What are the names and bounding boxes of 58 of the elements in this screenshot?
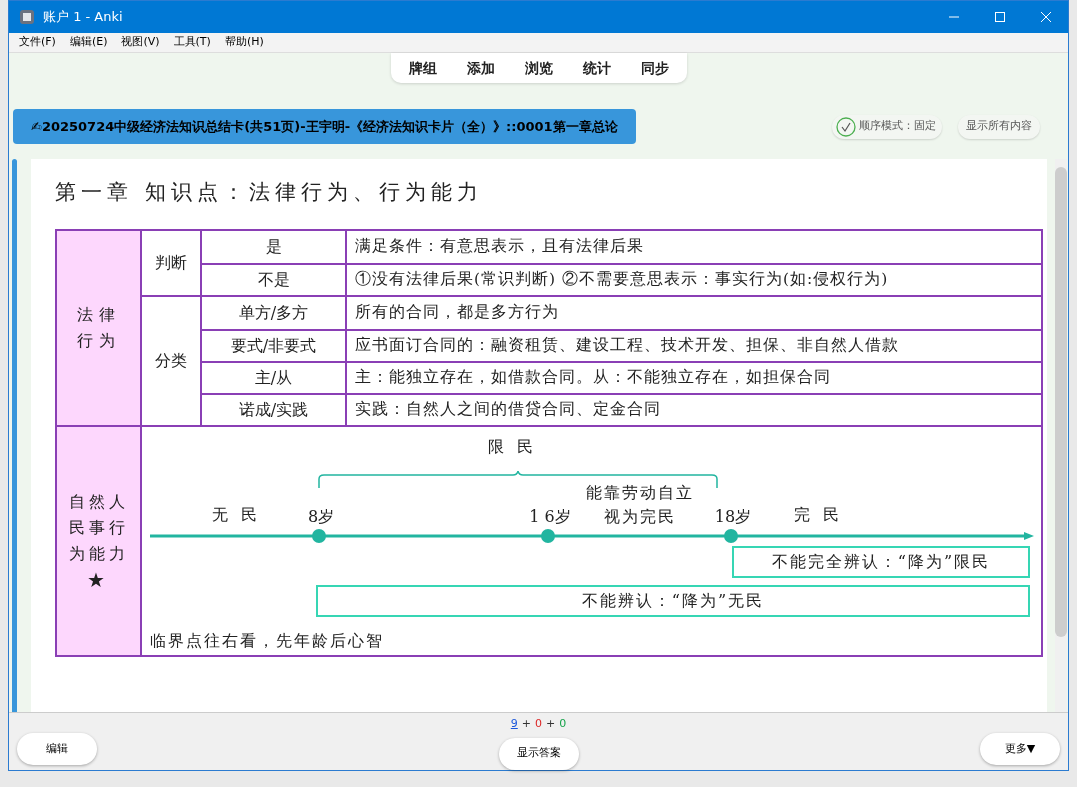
term-cell: 诺成/实践 — [202, 394, 347, 425]
description-cell-text: 应书面订合同的：融资租赁、建设工程、技术开发、担保、非自然人借款 — [354, 334, 900, 356]
menu-item[interactable]: 文件(F) — [19, 34, 56, 51]
count-separator: + — [546, 716, 556, 732]
timeline-label: 完 民 — [794, 503, 844, 526]
close-icon[interactable] — [1040, 11, 1052, 23]
card-heading: 第一章 知识点：法律行为、行为能力 — [55, 179, 484, 206]
show-all-button[interactable]: 显示所有内容 — [958, 114, 1040, 139]
range-label: 限 民 — [488, 435, 538, 458]
card-count: 0 — [535, 716, 542, 732]
count-separator: + — [521, 716, 531, 732]
description-cell-text: 主：能独立存在，如借款合同。从：不能独立存在，如担保合同 — [354, 366, 832, 388]
timeline-label: 无 民 — [212, 503, 262, 526]
description-cell-text: ①没有法律后果(常识判断) ②不需要意思表示：事实行为(如:侵权行为) — [354, 268, 890, 290]
order-mode-pill[interactable]: 顺序模式：固定 — [832, 114, 942, 139]
menu-item[interactable]: 编辑(E) — [69, 34, 108, 51]
deck-title-bar: ✍20250724中级经济法知识总结卡(共51页)-王宇明-《经济法知识卡片（全）》::0001第一章总论 — [13, 109, 636, 144]
toolbar-link[interactable]: 统计 — [582, 57, 611, 79]
description-cell-text: 所有的合同，都是多方行为 — [354, 301, 560, 323]
timeline-note: 能靠劳动自立 视为完民 — [585, 481, 695, 528]
app-icon — [19, 9, 35, 25]
group-cell: 分类 — [142, 296, 202, 425]
timeline-dot — [312, 528, 326, 543]
group-cell: 判断 — [142, 230, 202, 295]
card-count: 0 — [559, 716, 567, 732]
age-label: 1 6岁 — [528, 505, 572, 528]
menu-item[interactable]: 工具(T) — [173, 34, 211, 51]
order-mode-label: 顺序模式：固定 — [859, 118, 936, 135]
scrollbar-thumb[interactable] — [1055, 167, 1067, 637]
menu-item[interactable]: 帮助(H) — [224, 34, 264, 51]
more-button[interactable]: 更多▼ — [980, 733, 1060, 765]
row-header-cell: 法律行为 — [57, 230, 142, 425]
show-answer-button[interactable]: 显示答案 — [498, 737, 579, 770]
maximize-icon[interactable] — [994, 11, 1006, 23]
timeline-dot — [724, 528, 738, 543]
timeline-dot — [541, 528, 555, 543]
term-cell: 单方/多方 — [202, 296, 347, 329]
description-cell-text: 实践：自然人之间的借贷合同、定金合同 — [354, 398, 662, 420]
toolbar-link[interactable]: 添加 — [466, 57, 495, 79]
footnote: 临界点往右看，先年龄后心智 — [150, 629, 384, 652]
window-title: 账户 1 - Anki — [43, 8, 123, 27]
term-cell: 要式/非要式 — [202, 330, 347, 361]
toolbar-link[interactable]: 浏览 — [524, 57, 553, 79]
row-header-text: 自然人民事行为能力 — [67, 490, 130, 565]
age-label: 8岁 — [306, 505, 336, 528]
age-label: 18岁 — [713, 505, 753, 528]
star-mark: ★ — [86, 566, 111, 593]
card-count[interactable]: 9 — [510, 716, 518, 733]
toolbar-link[interactable]: 同步 — [640, 57, 669, 79]
note-box: 不能辨认：“降为”无民 — [316, 584, 1030, 617]
toolbar-link[interactable]: 牌组 — [408, 57, 437, 79]
menu-item[interactable]: 视图(V) — [121, 34, 160, 51]
term-cell: 不是 — [202, 264, 347, 295]
edit-button[interactable]: 编辑 — [17, 733, 97, 765]
note-box: 不能完全辨认：“降为”限民 — [732, 545, 1030, 578]
term-cell: 是 — [202, 230, 347, 263]
term-cell: 主/从 — [202, 362, 347, 393]
description-cell-text: 满足条件：有意思表示，且有法律后果 — [354, 235, 645, 257]
